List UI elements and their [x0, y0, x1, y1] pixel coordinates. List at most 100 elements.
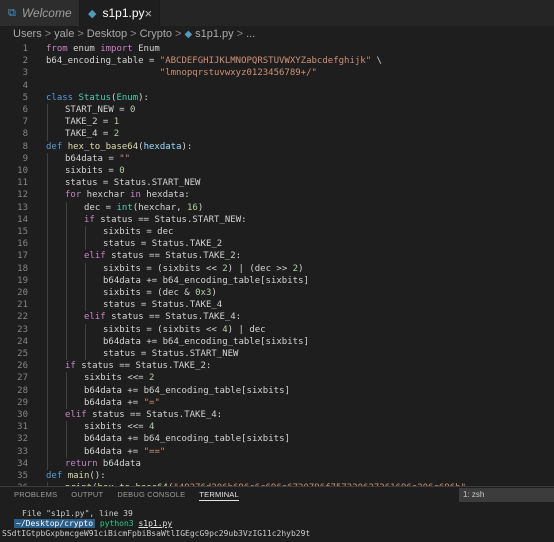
indent-guide	[85, 348, 86, 361]
code-text: def hex_to_base64(hexdata):	[46, 141, 192, 153]
code-token: main	[67, 471, 90, 481]
line-number: 27	[17, 373, 28, 384]
breadcrumb-item[interactable]: yale	[54, 28, 74, 40]
python-file-icon: ◆	[184, 28, 193, 40]
code-line: 10 sixbits = 0	[0, 165, 554, 178]
code-token: sixbits <<=	[84, 422, 150, 433]
code-line: 2 b64_encoding_table = "ABCDEFGHIJKLMNOPQ…	[0, 55, 554, 67]
code-text: b64data += b64_encoding_table[sixbits]	[84, 433, 290, 445]
code-line: 11 status = Status.START_NEW	[0, 177, 554, 190]
line-number: 15	[17, 227, 28, 237]
line-number: 11	[17, 178, 28, 189]
indent-guide	[47, 128, 48, 141]
code-text: dec = int(hexchar, 16)	[84, 202, 203, 214]
code-text: sixbits = 0	[65, 165, 125, 177]
code-token: b64_encoding_table =	[46, 56, 160, 67]
tab-output[interactable]: OUTPUT	[71, 490, 103, 500]
code-token: if	[65, 361, 76, 372]
code-token: TAKE_2 =	[65, 117, 114, 128]
code-token: 2	[149, 373, 155, 384]
indent-guide	[47, 384, 48, 397]
code-text: sixbits = (sixbits << 4) | dec	[103, 324, 266, 336]
code-line: 5 class Status(Enum):	[0, 92, 554, 104]
code-token: if	[84, 214, 95, 225]
indent-guide	[66, 396, 67, 409]
code-token: START_NEW =	[65, 105, 131, 115]
code-token: status == Status.TAKE_4:	[105, 312, 242, 323]
code-token: from	[46, 44, 68, 54]
tab-problems[interactable]: PROBLEMS	[14, 490, 57, 500]
tab-terminal[interactable]: TERMINAL	[199, 490, 239, 501]
breadcrumb-item[interactable]: ...	[246, 28, 255, 40]
indent-guide	[47, 177, 48, 190]
indent-guide	[47, 323, 48, 336]
code-text: elif status == Status.TAKE_4:	[65, 409, 222, 421]
code-line: 13 dec = int(hexchar, 16)	[0, 201, 554, 214]
line-number: 10	[17, 166, 28, 176]
code-token: 4	[149, 422, 155, 433]
breadcrumb-item[interactable]: s1p1.py	[195, 28, 234, 40]
indent-guide	[47, 152, 48, 165]
code-text: elif status == Status.TAKE_2:	[84, 250, 241, 262]
code-line: 6 START_NEW = 0	[0, 104, 554, 117]
indent-guide	[66, 384, 67, 397]
line-number: 1	[22, 44, 28, 54]
code-editor[interactable]: 1 from enum import Enum 2 b64_encoding_tabl…	[0, 43, 554, 486]
line-number: 16	[17, 239, 28, 250]
indent-guide	[66, 213, 67, 226]
code-line: 27 sixbits <<= 2	[0, 372, 554, 385]
code-token: )	[211, 288, 217, 298]
close-icon[interactable]: ×	[145, 6, 153, 21]
prompt-argument[interactable]: s1p1.py	[138, 519, 172, 528]
code-token: b64data	[97, 458, 141, 469]
code-text: b64_encoding_table = "ABCDEFGHIJKLMNOPQR…	[46, 55, 382, 67]
code-token: TAKE_4 =	[65, 129, 114, 140]
line-number: 2	[22, 56, 28, 67]
indent-guide	[66, 274, 67, 287]
indent-guide	[66, 262, 67, 275]
code-text: status = Status.TAKE_4	[103, 299, 222, 311]
tab-s1p1[interactable]: ◆ s1p1.py ×	[80, 0, 160, 26]
indent-guide	[47, 421, 48, 434]
code-token: class	[46, 92, 74, 103]
indent-guide	[85, 238, 86, 251]
code-text: class Status(Enum):	[46, 92, 149, 104]
breadcrumb-item[interactable]: Crypto	[140, 28, 172, 40]
line-number: 32	[17, 434, 28, 445]
indent-guide	[85, 323, 86, 336]
code-token: "lmnopqrstuvwxyz0123456789+/"	[159, 68, 317, 79]
code-token: 1	[113, 117, 120, 128]
breadcrumb-item[interactable]: Users	[13, 28, 42, 40]
indent-guide	[47, 445, 48, 458]
code-token: status == Status.TAKE_4:	[86, 410, 223, 420]
vscode-icon: ⧉	[8, 6, 16, 19]
tab-debug-console[interactable]: DEBUG CONSOLE	[117, 490, 185, 500]
code-token: Enum	[116, 92, 139, 103]
indent-guide	[85, 287, 86, 300]
code-token: 0	[130, 105, 136, 115]
indent-guide	[47, 189, 48, 202]
line-number: 34	[17, 458, 28, 469]
indent-guide	[66, 201, 67, 214]
code-text: b64data += b64_encoding_table[sixbits]	[103, 275, 309, 287]
bottom-panel: PROBLEMS OUTPUT DEBUG CONSOLE TERMINAL 1…	[0, 486, 554, 542]
indent-guide	[66, 323, 67, 336]
line-number: 24	[17, 336, 28, 347]
line-number: 8	[22, 129, 28, 140]
indent-guide	[47, 262, 48, 275]
code-token: sixbits = (sixbits <<	[103, 324, 223, 335]
terminal-select[interactable]: 1: zsh	[459, 488, 554, 502]
code-text: if status == Status.TAKE_2:	[65, 360, 211, 372]
line-number: 3	[22, 68, 28, 79]
code-token: status = Status.START_NEW	[103, 349, 239, 359]
code-text: sixbits = dec	[103, 226, 173, 238]
code-token: b64data +=	[84, 397, 144, 408]
indent-guide	[47, 165, 48, 178]
tab-welcome[interactable]: ⧉ Welcome	[0, 0, 80, 26]
code-line: 30 elif status == Status.TAKE_4:	[0, 409, 554, 422]
code-text: sixbits <<= 4	[84, 421, 154, 433]
line-number: 4	[22, 80, 28, 91]
code-token: status == Status.TAKE_2:	[75, 361, 212, 372]
breadcrumb-item[interactable]: Desktop	[87, 28, 127, 40]
